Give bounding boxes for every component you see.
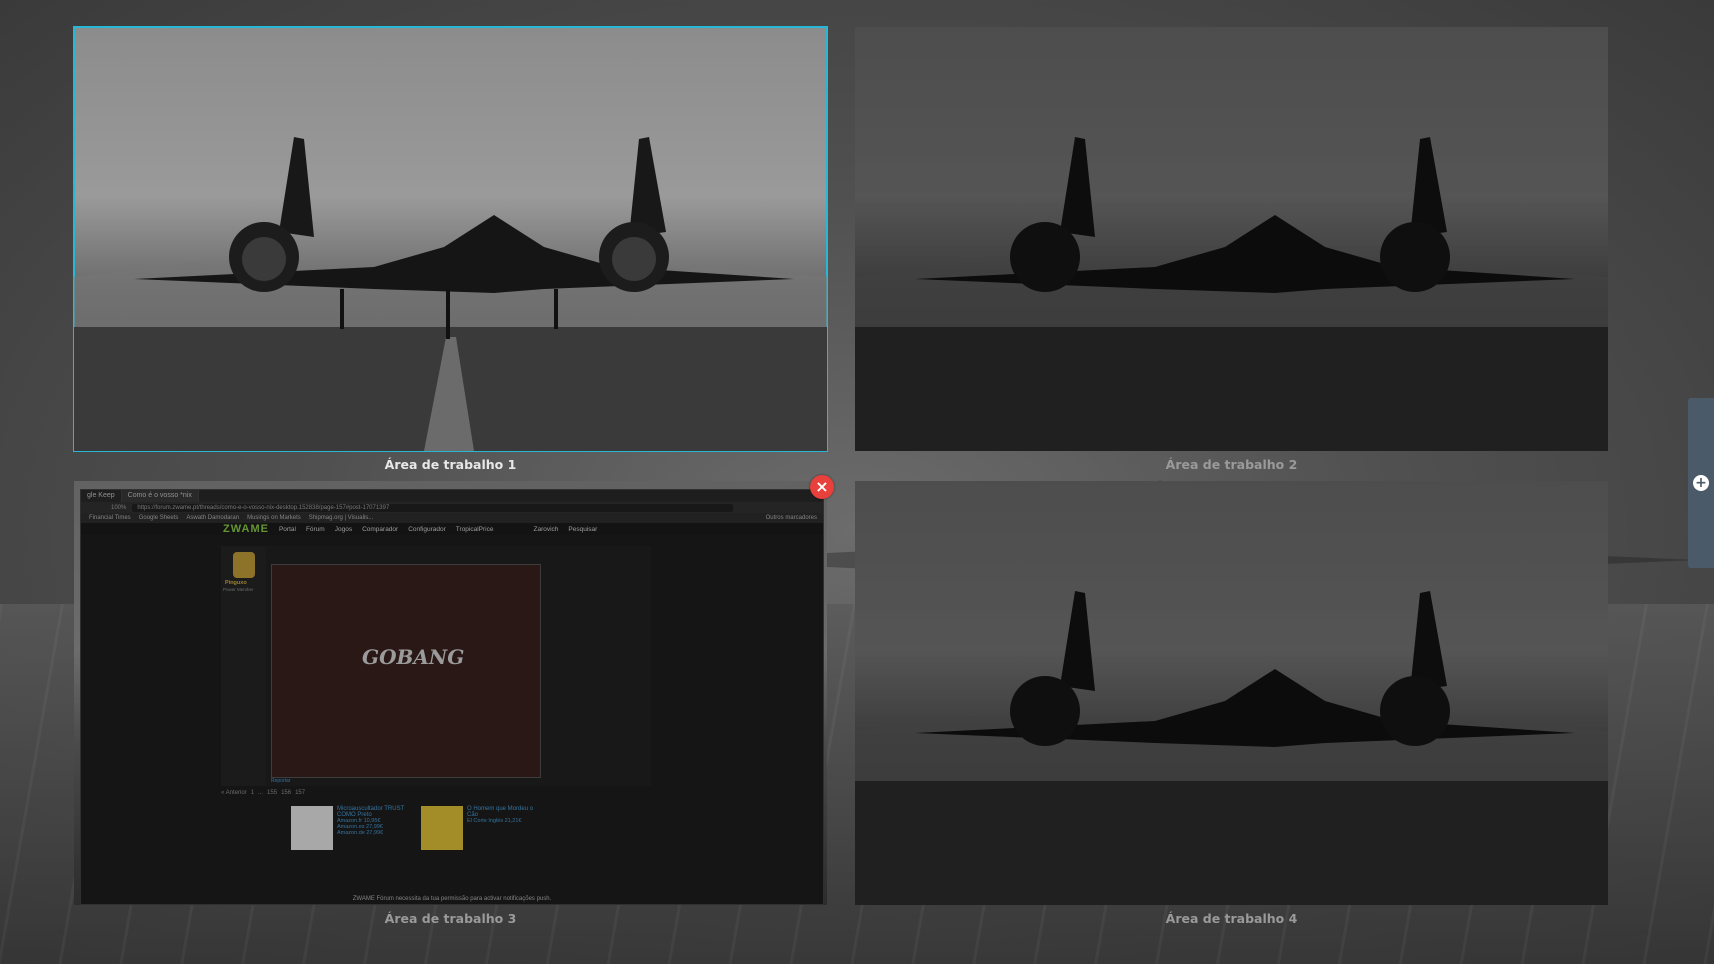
nav-item[interactable]: Portal — [279, 526, 296, 533]
browser-window-thumbnail[interactable]: gle Keep Como é o vosso *nix 100% https:… — [80, 489, 824, 905]
workspace-wallpaper-plane — [74, 137, 827, 451]
workspace-3-thumbnail[interactable]: gle Keep Como é o vosso *nix 100% https:… — [74, 481, 827, 905]
workspace-2-thumbnail[interactable] — [855, 27, 1608, 451]
workspace-2-label: Área de trabalho 2 — [1165, 457, 1298, 472]
close-window-button[interactable]: × — [810, 475, 834, 499]
pager-current: 157 — [295, 790, 306, 796]
browser-tab-bar: gle Keep Como é o vosso *nix — [81, 490, 823, 502]
bookmark[interactable]: Google Sheets — [139, 515, 179, 521]
post-screenshot[interactable]: GOBANG — [271, 564, 541, 778]
site-logo[interactable]: ZWAME — [223, 523, 269, 535]
pager-prev[interactable]: « Anterior — [221, 790, 247, 796]
workspace-wallpaper-plane — [855, 137, 1608, 451]
site-navbar: ZWAME Portal Fórum Jogos Comparador Conf… — [81, 523, 823, 535]
bookmark[interactable]: Financial Times — [89, 515, 131, 521]
bookmark[interactable]: Outros marcadores — [766, 515, 817, 521]
nav-item[interactable]: Jogos — [335, 526, 352, 533]
zoom-level: 100% — [111, 504, 127, 511]
pager-link[interactable]: 155 — [267, 790, 277, 796]
url-field[interactable]: https://forum.zwame.pt/threads/como-e-o-… — [132, 503, 733, 512]
report-link[interactable]: Reportar — [271, 778, 290, 784]
bookmark[interactable]: Musings on Markets — [247, 515, 301, 521]
workspace-4-thumbnail[interactable] — [855, 481, 1608, 905]
nav-item[interactable]: Comparador — [362, 526, 398, 533]
bookmark[interactable]: Aswath Damodaran — [186, 515, 239, 521]
post-usertitle: Power Member — [223, 587, 254, 592]
ad-title[interactable]: O Homem que Mordeu o Cão — [467, 806, 543, 818]
pager-link[interactable]: 156 — [281, 790, 291, 796]
nav-item[interactable]: Configurador — [408, 526, 446, 533]
avatar — [233, 552, 255, 578]
add-workspace-panel[interactable]: + — [1688, 398, 1714, 568]
nav-user[interactable]: Zarovich — [533, 526, 558, 533]
post-username[interactable]: Pinguxo — [225, 580, 247, 586]
book-cover-image — [421, 806, 463, 850]
workspace-wallpaper-plane — [855, 591, 1608, 905]
pager-ellipsis: ... — [258, 790, 264, 796]
ad-shop[interactable]: Amazon.de — [337, 830, 365, 836]
push-notice: ZWAME Fórum necessita da tua permissão p… — [352, 896, 552, 902]
workspace-4-label: Área de trabalho 4 — [1165, 911, 1298, 926]
ad-price: 27,99€ — [366, 830, 384, 836]
bookmark[interactable]: Shipmag.org | Visualis... — [309, 515, 373, 521]
headphones-image — [291, 806, 333, 850]
nav-item[interactable]: Fórum — [306, 526, 325, 533]
workspace-3-label: Área de trabalho 3 — [384, 911, 517, 926]
plus-icon[interactable]: + — [1693, 475, 1709, 491]
workspace-1-thumbnail[interactable] — [73, 26, 828, 452]
bookmarks-bar: Financial Times Google Sheets Aswath Dam… — [81, 513, 823, 523]
browser-tab[interactable]: gle Keep — [81, 490, 122, 502]
browser-tab-active[interactable]: Como é o vosso *nix — [121, 490, 199, 502]
nav-item[interactable]: TropicalPrice — [456, 526, 494, 533]
pagination: « Anterior 1 ... 155 156 157 — [221, 790, 305, 796]
pager-link[interactable]: 1 — [251, 790, 254, 796]
nav-search[interactable]: Pesquisar — [568, 526, 597, 533]
workspace-1-label: Área de trabalho 1 — [384, 457, 517, 472]
forum-post: Pinguxo Power Member GOBANG Reportar — [221, 546, 651, 786]
browser-url-bar: 100% https://forum.zwame.pt/threads/como… — [81, 502, 823, 513]
ad-title[interactable]: Microauscultador TRUST COMO Preto — [337, 806, 413, 818]
ads-row: Microauscultador TRUST COMO Preto Amazon… — [291, 806, 543, 850]
ad-item[interactable]: Microauscultador TRUST COMO Preto Amazon… — [291, 806, 413, 850]
post-user-column: Pinguxo Power Member — [221, 546, 266, 786]
ad-price: 21,21€ — [504, 818, 522, 824]
post-image-text: GOBANG — [362, 645, 465, 669]
ad-item[interactable]: O Homem que Mordeu o Cão El Corte Inglés… — [421, 806, 543, 850]
ad-shop[interactable]: El Corte Inglés — [467, 818, 503, 824]
